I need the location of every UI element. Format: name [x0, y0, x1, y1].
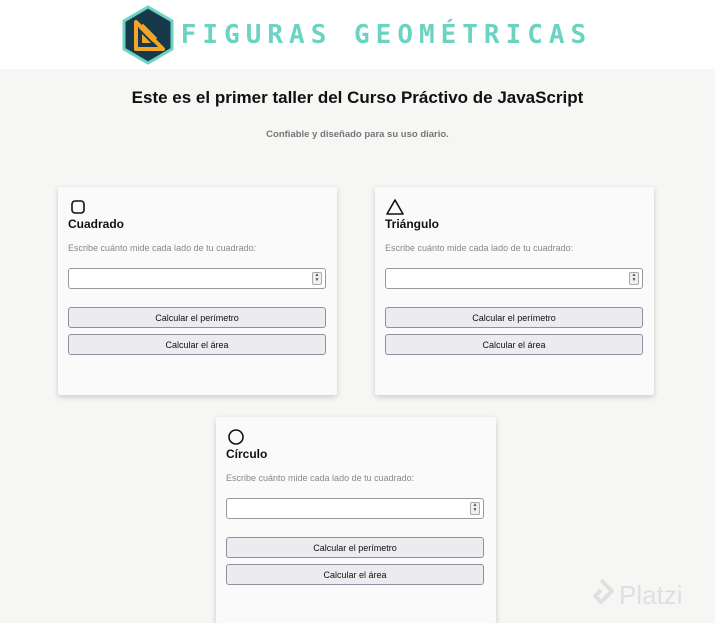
card-triangle: Triángulo Escribe cuánto mide cada lado … [375, 187, 654, 395]
number-spinner[interactable]: ▲ ▼ [470, 502, 480, 515]
number-spinner[interactable]: ▲ ▼ [629, 272, 639, 285]
platzi-logo-icon [593, 578, 614, 604]
logo-text: FIGURAS GEOMÉTRICAS [180, 19, 593, 50]
page-title: Este es el primer taller del Curso Práct… [131, 88, 584, 107]
logo: FIGURAS GEOMÉTRICAS [121, 4, 593, 65]
page-subtitle: Confiable y diseñado para su uso diario. [266, 129, 449, 140]
ruler-triangle-icon [122, 4, 174, 65]
card-title: Círculo [226, 447, 268, 461]
card-square: Cuadrado Escribe cuánto mide cada lado d… [58, 187, 337, 395]
triangle-icon [386, 199, 404, 215]
radius-input[interactable]: ▲ ▼ [226, 498, 484, 519]
calculate-perimeter-button[interactable]: Calcular el perímetro [68, 307, 326, 328]
card-description: Escribe cuánto mide cada lado de tu cuad… [385, 243, 574, 253]
card-description: Escribe cuánto mide cada lado de tu cuad… [68, 243, 257, 253]
card-description: Escribe cuánto mide cada lado de tu cuad… [226, 473, 415, 483]
calculate-area-button[interactable]: Calcular el área [226, 564, 484, 585]
calculate-area-button[interactable]: Calcular el área [68, 334, 326, 355]
calculate-perimeter-button[interactable]: Calcular el perímetro [385, 307, 643, 328]
card-title: Cuadrado [68, 217, 125, 231]
side-length-input[interactable]: ▲ ▼ [68, 268, 326, 289]
calculate-area-button[interactable]: Calcular el área [385, 334, 643, 355]
calculate-perimeter-button[interactable]: Calcular el perímetro [226, 537, 484, 558]
card-title: Triángulo [385, 217, 439, 231]
platzi-watermark: Platzi [588, 578, 683, 612]
card-circle: Círculo Escribe cuánto mide cada lado de… [216, 417, 496, 623]
side-length-input[interactable]: ▲ ▼ [385, 268, 643, 289]
circle-icon [228, 429, 244, 445]
number-spinner[interactable]: ▲ ▼ [312, 272, 322, 285]
square-icon [71, 200, 85, 214]
header: FIGURAS GEOMÉTRICAS [0, 0, 715, 69]
watermark-text: Platzi [619, 579, 683, 610]
